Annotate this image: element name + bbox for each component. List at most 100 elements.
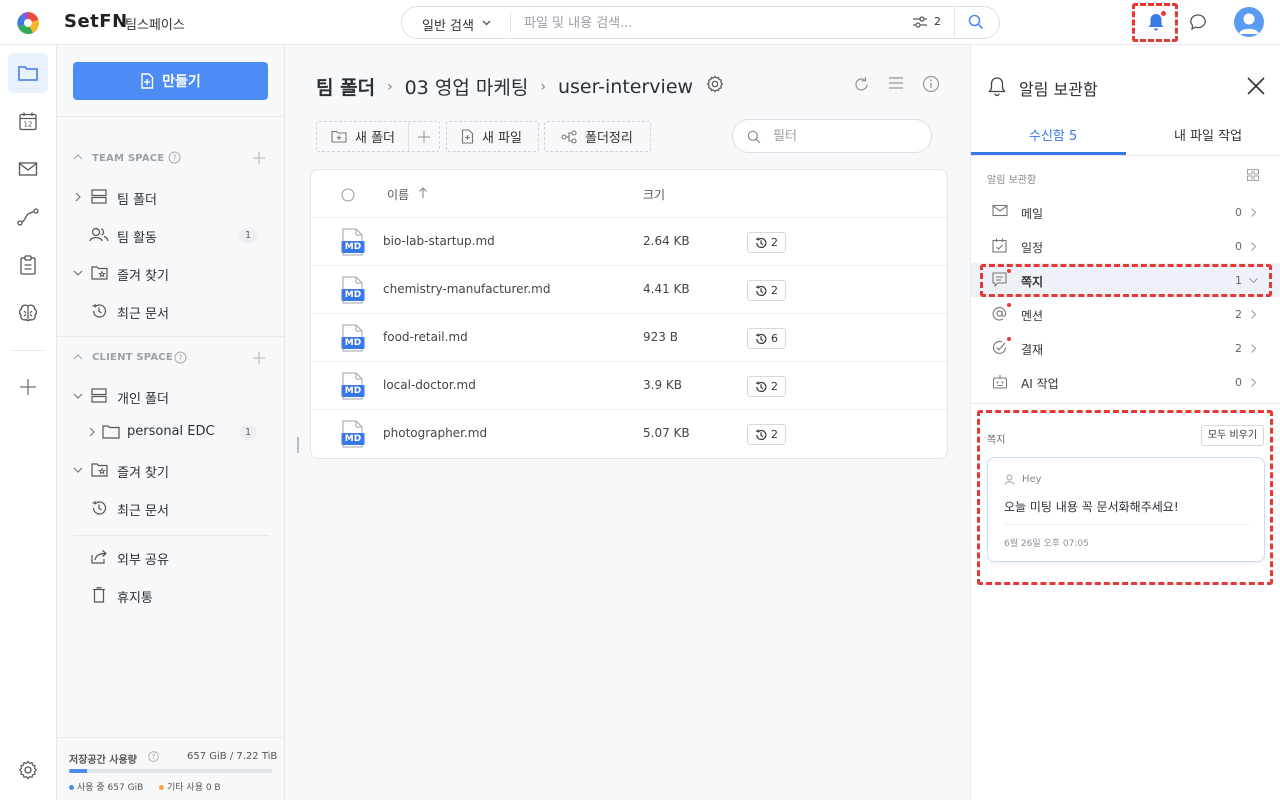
- version-count: 2: [771, 236, 778, 249]
- version-history-button[interactable]: 2: [747, 424, 786, 445]
- breadcrumb-current: user-interview: [557, 75, 694, 98]
- category-memo[interactable]: 쪽지 1: [971, 263, 1280, 297]
- sidebar-item-recent[interactable]: 최근 문서: [57, 493, 285, 523]
- breadcrumb-item[interactable]: 팀 폴더: [316, 73, 375, 100]
- rail-ai-brain-icon[interactable]: [8, 293, 48, 333]
- chevron-right-icon[interactable]: [75, 192, 81, 202]
- search-mode-select[interactable]: 일반 검색: [422, 15, 474, 34]
- help-icon[interactable]: ?: [174, 351, 187, 364]
- version-history-button[interactable]: 2: [747, 376, 786, 397]
- version-history-button[interactable]: 2: [747, 232, 786, 253]
- table-row[interactable]: MD chemistry-manufacturer.md 4.41 KB 2: [311, 266, 947, 314]
- chevron-down-icon[interactable]: [482, 20, 491, 26]
- chevron-right-icon: [1251, 310, 1256, 319]
- version-count: 2: [771, 284, 778, 297]
- chat-icon[interactable]: [1189, 13, 1207, 31]
- file-name[interactable]: food-retail.md: [383, 330, 468, 344]
- search-input[interactable]: [524, 11, 904, 35]
- clear-all-button[interactable]: 모두 비우기: [1201, 425, 1264, 446]
- new-file-button[interactable]: 새 파일: [446, 121, 539, 152]
- refresh-icon[interactable]: [853, 76, 870, 93]
- table-row[interactable]: MD local-doctor.md 3.9 KB 2: [311, 362, 947, 410]
- calendar-check-icon: [992, 238, 1007, 253]
- breadcrumb-item[interactable]: 03 영업 마케팅: [405, 73, 529, 100]
- sidebar-item-trash[interactable]: 휴지통: [57, 580, 285, 610]
- version-history-button[interactable]: 2: [747, 280, 786, 301]
- folder-settings-gear-icon[interactable]: [706, 75, 724, 93]
- chevron-down-icon: [1249, 278, 1258, 283]
- category-schedule[interactable]: 일정 0: [971, 229, 1280, 263]
- settings-gear-icon[interactable]: [8, 750, 48, 790]
- add-space-icon[interactable]: [253, 352, 265, 364]
- global-search: 일반 검색 2: [401, 6, 1000, 39]
- collapse-chevron-icon[interactable]: [73, 354, 83, 360]
- rail-folder-icon[interactable]: [8, 53, 48, 93]
- column-header-name[interactable]: 이름: [387, 186, 409, 203]
- sidebar-item-team-activity[interactable]: 팀 활동 1: [57, 220, 285, 250]
- search-icon[interactable]: [968, 14, 984, 30]
- chevron-down-icon[interactable]: [73, 467, 83, 473]
- history-icon: [755, 381, 767, 392]
- select-all-checkbox[interactable]: [341, 188, 355, 202]
- category-approval[interactable]: 결재 2: [971, 331, 1280, 365]
- sidebar-item-label: personal EDC: [127, 424, 215, 439]
- category-ai-task[interactable]: AI 작업 0: [971, 365, 1280, 399]
- user-avatar[interactable]: [1234, 7, 1264, 37]
- grid-view-icon[interactable]: [1247, 169, 1259, 181]
- table-row[interactable]: MD photographer.md 5.07 KB 2: [311, 410, 947, 458]
- markdown-file-icon: MD: [341, 372, 365, 400]
- file-name[interactable]: photographer.md: [383, 426, 487, 440]
- sort-ascending-icon[interactable]: [418, 187, 428, 199]
- sidebar-item-external-share[interactable]: 외부 공유: [57, 542, 285, 572]
- filter-input[interactable]: [773, 126, 923, 146]
- bell-icon: [987, 76, 1007, 97]
- rail-calendar-icon[interactable]: 12: [8, 101, 48, 141]
- help-icon[interactable]: ?: [168, 151, 181, 164]
- file-name[interactable]: local-doctor.md: [383, 378, 476, 392]
- file-name[interactable]: chemistry-manufacturer.md: [383, 282, 550, 296]
- workspace-name[interactable]: 팀스페이스: [125, 14, 185, 33]
- category-mail[interactable]: 메일 0: [971, 195, 1280, 229]
- add-space-icon[interactable]: [253, 152, 265, 164]
- chevron-down-icon[interactable]: [73, 270, 83, 276]
- sidebar-item-team-folder[interactable]: 팀 폴더: [57, 182, 285, 212]
- category-mention[interactable]: 멘션 2: [971, 297, 1280, 331]
- table-row[interactable]: MD food-retail.md 923 B 6: [311, 314, 947, 362]
- close-icon[interactable]: [1247, 77, 1265, 95]
- chevron-down-icon[interactable]: [73, 393, 83, 399]
- add-icon[interactable]: [418, 131, 430, 143]
- memo-card[interactable]: Hey 오늘 미팅 내용 꼭 문서화해주세요! 6월 26일 오후 07:05: [987, 457, 1265, 562]
- chevron-right-icon: [1251, 378, 1256, 387]
- version-history-button[interactable]: 6: [747, 328, 786, 349]
- app-logo-icon[interactable]: [17, 12, 39, 34]
- info-icon[interactable]: [922, 75, 940, 93]
- chevron-right-icon[interactable]: [89, 427, 95, 437]
- organize-folder-button[interactable]: 폴더정리: [544, 121, 651, 152]
- sliders-icon[interactable]: [913, 16, 927, 28]
- server-icon: [91, 189, 107, 204]
- collapse-chevron-icon[interactable]: [73, 154, 83, 160]
- sidebar-item-favorites[interactable]: 즐겨 찾기: [57, 455, 285, 485]
- sidebar-item-recent[interactable]: 최근 문서: [57, 296, 285, 326]
- create-button[interactable]: 만들기: [73, 62, 268, 100]
- list-view-icon[interactable]: [888, 76, 904, 90]
- tab-inbox[interactable]: 수신함 5: [1029, 125, 1077, 144]
- sidebar-item-personal-edc[interactable]: personal EDC 1: [57, 417, 285, 447]
- memo-message: 오늘 미팅 내용 꼭 문서화해주세요!: [1004, 500, 1179, 514]
- sidebar-item-favorites[interactable]: 즐겨 찾기: [57, 258, 285, 288]
- legend-used: 사용 중 657 GiB: [77, 783, 144, 793]
- rail-clipboard-icon[interactable]: [8, 245, 48, 285]
- rail-mail-icon[interactable]: [8, 149, 48, 189]
- legend-other: 기타 사용 0 B: [167, 783, 221, 793]
- table-row[interactable]: MD bio-lab-startup.md 2.64 KB 2: [311, 218, 947, 266]
- resize-handle[interactable]: [297, 437, 299, 453]
- rail-workflow-icon[interactable]: [8, 197, 48, 237]
- rail-add-icon[interactable]: [8, 367, 48, 407]
- column-header-size[interactable]: 크기: [643, 186, 665, 203]
- category-label: 결재: [1021, 343, 1044, 357]
- file-name[interactable]: bio-lab-startup.md: [383, 234, 495, 248]
- tab-my-file-tasks[interactable]: 내 파일 작업: [1174, 125, 1242, 144]
- info-icon[interactable]: ?: [148, 751, 159, 762]
- svg-text:?: ?: [152, 753, 156, 761]
- sidebar-item-personal-folder[interactable]: 개인 폴더: [57, 381, 285, 411]
